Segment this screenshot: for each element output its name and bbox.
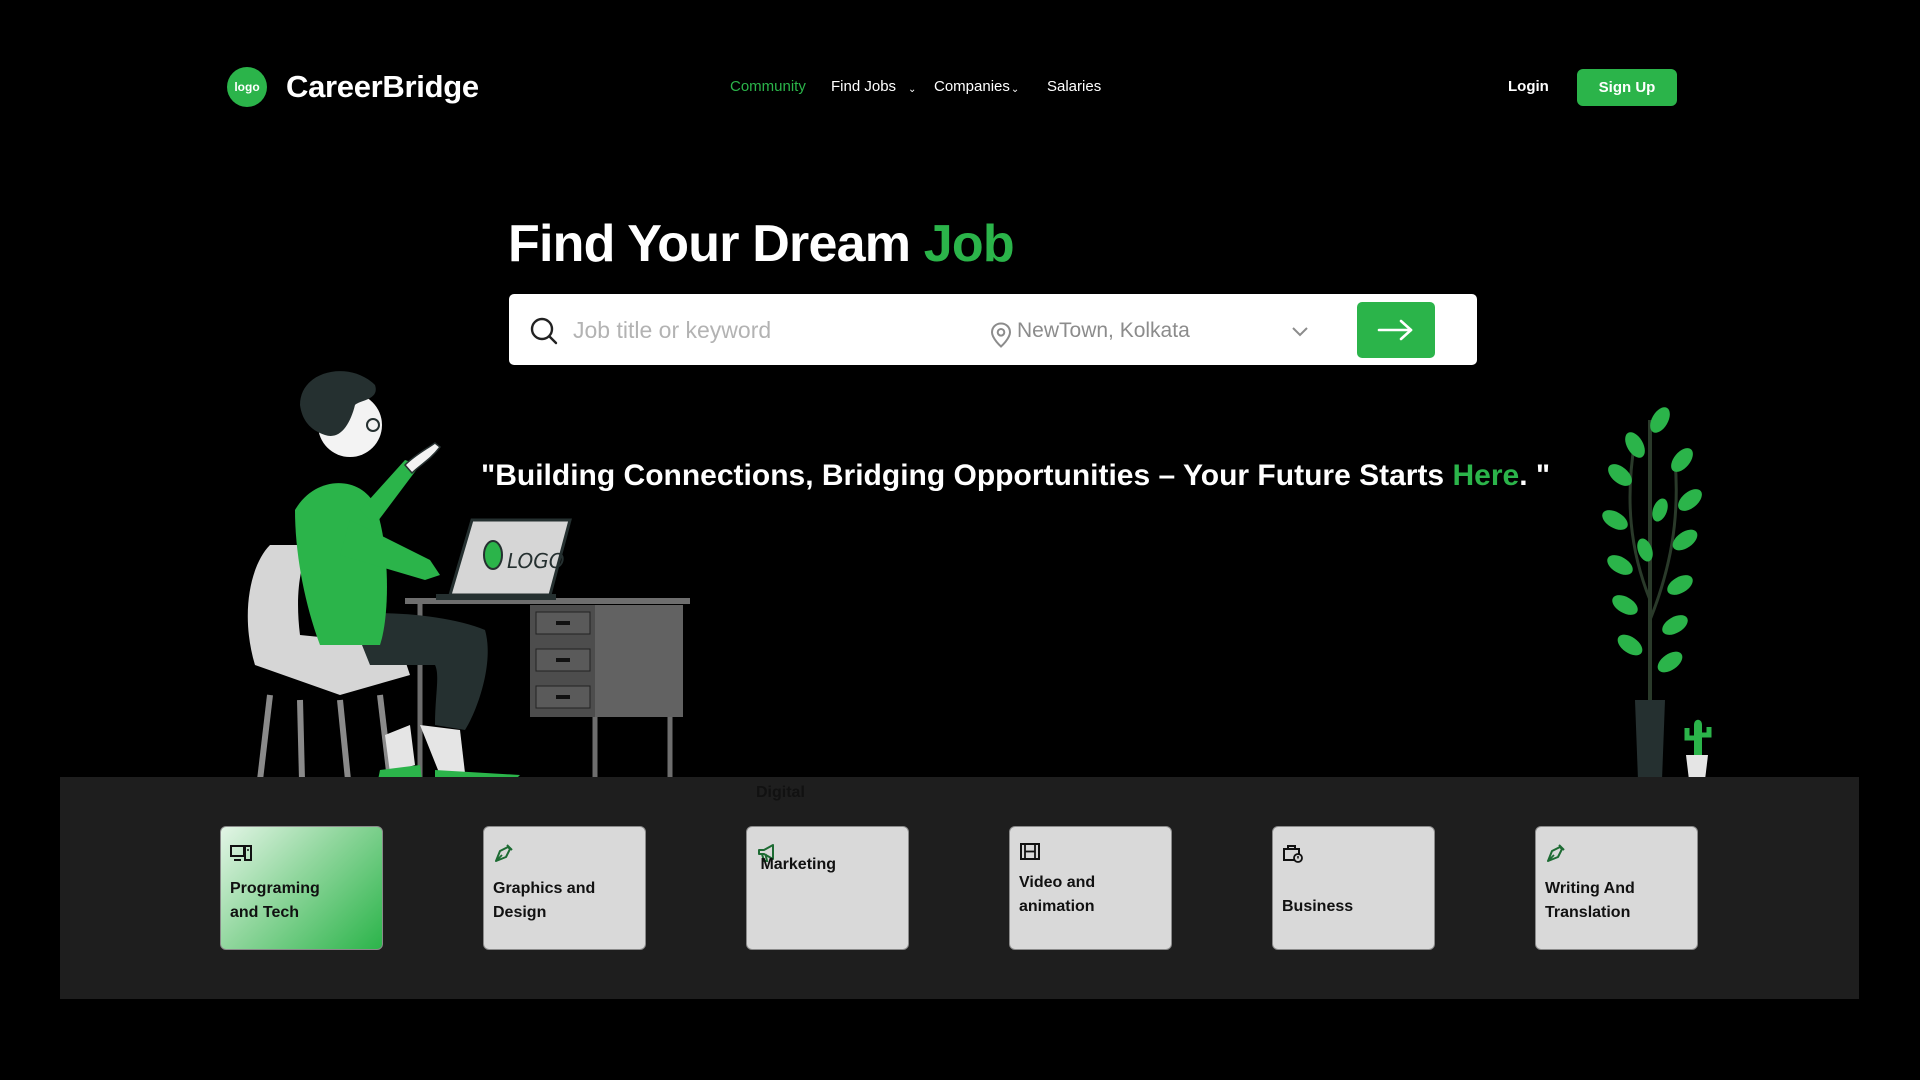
nav-salaries[interactable]: Salaries bbox=[1047, 78, 1101, 95]
nav-companies-label: Companies bbox=[934, 78, 1010, 95]
pen-nib-icon bbox=[495, 844, 513, 862]
tagline-end: . " bbox=[1519, 459, 1551, 492]
location-select[interactable]: NewTown, Kolkata bbox=[1017, 319, 1190, 343]
category-card-writing[interactable]: Writing And Translation bbox=[1535, 826, 1698, 950]
briefcase-icon bbox=[1283, 845, 1303, 863]
chevron-down-icon: ⌄ bbox=[908, 84, 917, 95]
signup-button[interactable]: Sign Up bbox=[1577, 69, 1677, 106]
category-label-line2: animation bbox=[1019, 898, 1095, 915]
search-bar: NewTown, Kolkata bbox=[509, 294, 1477, 365]
category-label-line2: Design bbox=[493, 904, 547, 921]
nav-find-jobs[interactable]: Find Jobs ⌄ bbox=[831, 78, 916, 95]
location-pin-icon bbox=[990, 322, 1012, 348]
category-label: Digital Marketing bbox=[756, 733, 901, 925]
category-label-line2: and Tech bbox=[230, 904, 300, 921]
category-label-line1: Business bbox=[1282, 898, 1354, 915]
chevron-down-icon[interactable] bbox=[1291, 326, 1309, 338]
search-icon bbox=[530, 317, 558, 345]
film-icon bbox=[1020, 843, 1040, 860]
category-label: Graphics and Design bbox=[493, 877, 638, 925]
category-label-line1: Digital bbox=[756, 784, 805, 801]
login-link[interactable]: Login bbox=[1508, 78, 1549, 95]
tagline-accent: Here bbox=[1452, 459, 1520, 492]
category-label: Writing And Translation bbox=[1545, 877, 1690, 925]
chevron-down-icon: ⌄ bbox=[1010, 84, 1020, 95]
hero-title-main: Find Your Dream bbox=[508, 215, 924, 273]
person-at-desk-illustration: LOGO bbox=[247, 371, 690, 780]
category-label-line1: Video and bbox=[1019, 874, 1096, 891]
hero-title: Find Your Dream Job bbox=[508, 212, 1015, 276]
category-card-video[interactable]: Video and animation bbox=[1009, 826, 1172, 950]
category-label: Programing and Tech bbox=[230, 877, 375, 925]
tagline-main: "Building Connections, Bridging Opportun… bbox=[481, 459, 1453, 492]
category-card-programming[interactable]: Programing and Tech bbox=[220, 826, 383, 950]
category-card-business[interactable]: Business bbox=[1272, 826, 1435, 950]
nav-find-jobs-label: Find Jobs bbox=[831, 78, 897, 95]
plant-illustration bbox=[1602, 407, 1712, 780]
computer-icon bbox=[230, 845, 252, 861]
nav-community[interactable]: Community bbox=[730, 78, 806, 95]
pen-nib-icon bbox=[1547, 844, 1565, 862]
category-card-graphics[interactable]: Graphics and Design bbox=[483, 826, 646, 950]
categories-section: Programing and Tech Graphics and Design … bbox=[60, 777, 1859, 999]
category-label-line2: Translation bbox=[1545, 904, 1631, 921]
category-label: Business bbox=[1282, 895, 1427, 919]
laptop-logo-text: LOGO bbox=[507, 549, 565, 573]
search-submit-button[interactable] bbox=[1357, 302, 1435, 358]
logo-badge[interactable]: logo bbox=[227, 67, 267, 107]
category-label-line1: Programing bbox=[230, 880, 320, 897]
hero-title-accent: Job bbox=[923, 215, 1015, 273]
nav-companies[interactable]: Companies⌄ bbox=[934, 78, 1019, 95]
arrow-right-icon bbox=[1377, 319, 1413, 341]
category-label-line1: Graphics and bbox=[493, 880, 596, 897]
category-label: Video and animation bbox=[1019, 871, 1164, 919]
category-label-line1: Writing And bbox=[1545, 880, 1635, 897]
category-card-marketing[interactable]: Digital Marketing bbox=[746, 784, 909, 950]
brand-name[interactable]: CareerBridge bbox=[286, 67, 479, 107]
category-label-line2: Marketing bbox=[756, 856, 837, 873]
page: logo CareerBridge Community Find Jobs ⌄ C… bbox=[0, 0, 1920, 1080]
hero-tagline: "Building Connections, Bridging Opportun… bbox=[481, 456, 1550, 496]
job-keyword-input[interactable] bbox=[571, 312, 965, 348]
